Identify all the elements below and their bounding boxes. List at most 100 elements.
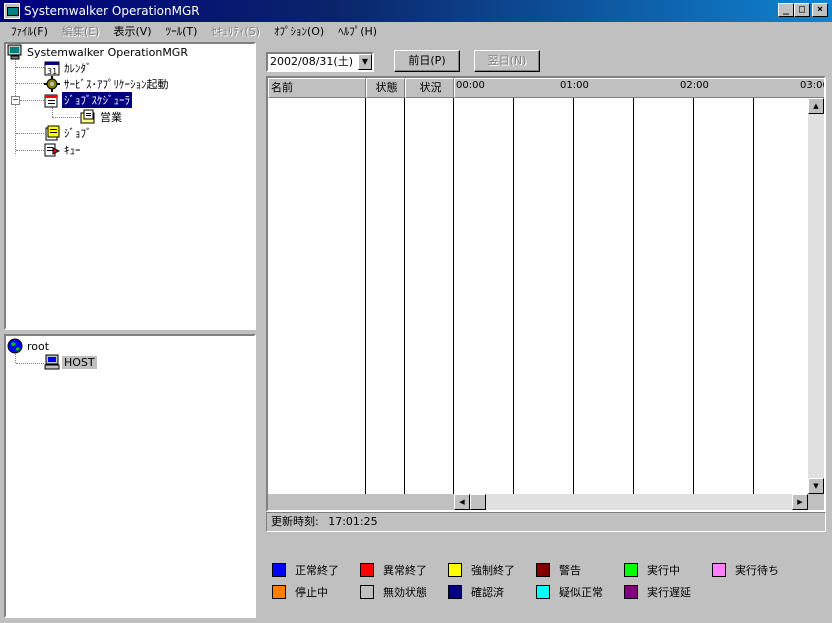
- column-header-status[interactable]: 状況: [405, 78, 454, 98]
- scroll-left-button[interactable]: ◀: [454, 494, 470, 510]
- tree-line: [52, 107, 53, 117]
- timeline-header: [454, 78, 824, 98]
- tree-line: [15, 58, 16, 154]
- computer-icon: [44, 354, 60, 370]
- tree-root-label: root: [27, 339, 50, 353]
- maximize-button[interactable]: □: [794, 3, 810, 17]
- tree-root-node[interactable]: root: [7, 338, 51, 354]
- tree-root-node[interactable]: Systemwalker OperationMGR: [7, 44, 190, 60]
- legend-item: 異常終了: [360, 562, 427, 578]
- tree-item-service-label: ｻｰﾋﾞｽ･ｱﾌﾟﾘｹｰｼｮﾝ起動: [64, 78, 169, 91]
- legend-label: 実行待ち: [735, 564, 779, 577]
- legend-item: 実行遅延: [624, 584, 691, 600]
- menu-file[interactable]: ﾌｧｲﾙ(F): [4, 23, 55, 39]
- calendar-icon: 31: [44, 60, 60, 76]
- app-icon[interactable]: [4, 3, 20, 19]
- scroll-thumb[interactable]: [470, 494, 486, 510]
- menu-help[interactable]: ﾍﾙﾌﾟ(H): [331, 23, 384, 39]
- tree-item-sales-label: 営業: [100, 111, 122, 124]
- tree-item-job[interactable]: ｼﾞｮﾌﾞ: [44, 125, 94, 141]
- scroll-right-button[interactable]: ▶: [792, 494, 808, 510]
- tree-line: [16, 150, 44, 151]
- menu-security[interactable]: ｾｷｭﾘﾃｨ(S): [204, 23, 267, 39]
- host-tree[interactable]: root HOST: [4, 334, 256, 618]
- legend-item: 疑似正常: [536, 584, 603, 600]
- time-label: 01:00: [560, 80, 589, 91]
- scrollbar-spacer: [268, 494, 454, 510]
- column-divider: [453, 98, 454, 494]
- column-divider: [404, 98, 405, 494]
- update-time-status: 更新時刻: 17:01:25: [266, 512, 826, 532]
- legend-swatch: [624, 563, 638, 577]
- tree-line: [16, 363, 44, 364]
- tree-item-host[interactable]: HOST: [44, 354, 97, 370]
- legend-swatch: [272, 585, 286, 599]
- column-divider: [365, 98, 366, 494]
- tree-line: [16, 133, 44, 134]
- tree-item-queue[interactable]: ｷｭｰ: [44, 142, 83, 158]
- legend-label: 実行遅延: [647, 586, 691, 599]
- tree-line: [52, 117, 80, 118]
- scroll-down-button[interactable]: ▼: [808, 478, 824, 494]
- title-bar[interactable]: Systemwalker OperationMGR _ □ ×: [0, 0, 832, 22]
- globe-icon: [7, 338, 23, 354]
- menu-edit[interactable]: 編集(E): [55, 23, 107, 39]
- time-gridline: [573, 98, 574, 494]
- function-tree[interactable]: Systemwalker OperationMGR 31 ｶﾚﾝﾀﾞ ｻｰﾋﾞｽ…: [4, 42, 256, 330]
- schedule-grid[interactable]: 名前 状態 状況 00:00 01:00 02:00 03:00 ▲ ▼ ◀ ▶: [266, 76, 826, 512]
- legend-label: 疑似正常: [559, 586, 603, 599]
- tree-item-service[interactable]: ｻｰﾋﾞｽ･ｱﾌﾟﾘｹｰｼｮﾝ起動: [44, 76, 171, 92]
- legend-swatch: [712, 563, 726, 577]
- legend-label: 無効状態: [383, 586, 427, 599]
- legend-item: 警告: [536, 562, 581, 578]
- tree-item-calendar[interactable]: 31 ｶﾚﾝﾀﾞ: [44, 60, 94, 76]
- legend-label: 確認済: [471, 586, 504, 599]
- close-button[interactable]: ×: [812, 3, 828, 17]
- vertical-scrollbar[interactable]: ▲ ▼: [808, 98, 824, 494]
- legend-swatch: [536, 563, 550, 577]
- grid-header: 名前 状態 状況 00:00 01:00 02:00 03:00: [268, 78, 824, 98]
- legend-label: 実行中: [647, 564, 680, 577]
- date-select[interactable]: 2002/08/31(土) ▼: [266, 52, 374, 72]
- legend-label: 正常終了: [295, 564, 339, 577]
- column-header-state[interactable]: 状態: [366, 78, 405, 98]
- tree-item-scheduler[interactable]: ｼﾞｮﾌﾞｽｹｼﾞｭｰﾗ: [44, 92, 132, 108]
- chevron-down-icon[interactable]: ▼: [358, 54, 372, 70]
- time-gridline: [633, 98, 634, 494]
- time-label: 03:00: [800, 80, 826, 91]
- next-day-button[interactable]: 翌日(N): [474, 50, 540, 72]
- menu-options[interactable]: ｵﾌﾟｼｮﾝ(O): [267, 23, 331, 39]
- legend-item: 無効状態: [360, 584, 427, 600]
- column-header-name[interactable]: 名前: [268, 78, 366, 98]
- collapse-toggle[interactable]: −: [11, 96, 20, 105]
- prev-day-button[interactable]: 前日(P): [394, 50, 460, 72]
- time-gridline: [753, 98, 754, 494]
- legend-item: 強制終了: [448, 562, 515, 578]
- tree-root-label: Systemwalker OperationMGR: [27, 45, 188, 59]
- scroll-up-button[interactable]: ▲: [808, 98, 824, 114]
- legend-swatch: [448, 563, 462, 577]
- tree-item-host-label: HOST: [62, 355, 97, 369]
- legend-label: 異常終了: [383, 564, 427, 577]
- legend-label: 強制終了: [471, 564, 515, 577]
- menu-tools[interactable]: ﾂｰﾙ(T): [159, 23, 205, 39]
- minimize-button[interactable]: _: [778, 3, 794, 17]
- tree-item-job-label: ｼﾞｮﾌﾞ: [64, 127, 92, 140]
- tree-item-sales[interactable]: 営業: [80, 109, 124, 125]
- legend-label: 警告: [559, 564, 581, 577]
- schedule-view: 2002/08/31(土) ▼ 前日(P) 翌日(N) 名前 状態 状況 00:…: [260, 42, 830, 620]
- legend-item: 確認済: [448, 584, 504, 600]
- tree-item-calendar-label: ｶﾚﾝﾀﾞ: [64, 62, 92, 75]
- scheduler-icon: [44, 92, 60, 108]
- horizontal-scrollbar[interactable]: ◀ ▶: [454, 494, 808, 510]
- legend-swatch: [536, 585, 550, 599]
- folder-doc-icon: [80, 109, 96, 125]
- window-title: Systemwalker OperationMGR: [24, 4, 200, 18]
- menu-view[interactable]: 表示(V): [106, 23, 158, 39]
- tree-item-scheduler-label: ｼﾞｮﾌﾞｽｹｼﾞｭｰﾗ: [62, 92, 132, 108]
- update-time-label: 更新時刻:: [271, 515, 319, 528]
- status-legend: 正常終了 異常終了 強制終了 警告 実行中 実行待ち 停止中 無効状態 確認済 疑似正常 実行遅延: [272, 562, 822, 612]
- time-label: 02:00: [680, 80, 709, 91]
- legend-swatch: [624, 585, 638, 599]
- tree-item-queue-label: ｷｭｰ: [64, 144, 81, 157]
